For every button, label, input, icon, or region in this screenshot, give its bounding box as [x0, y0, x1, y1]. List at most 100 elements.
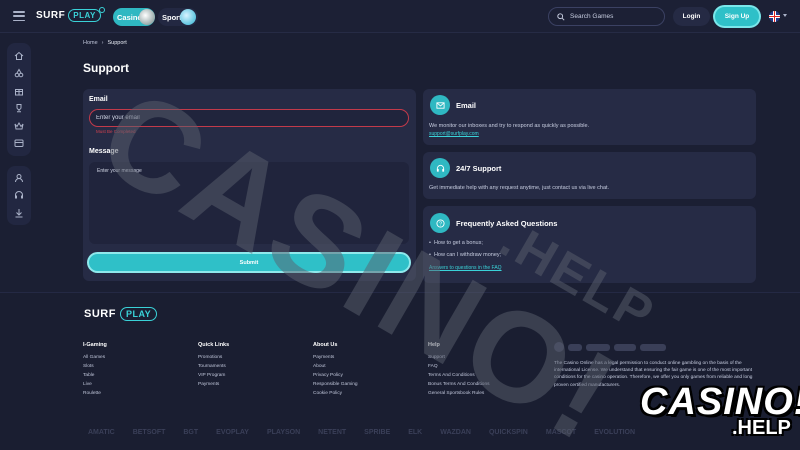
logo[interactable]: SURF PLAY: [36, 7, 105, 22]
faq-card-title: Frequently Asked Questions: [456, 219, 558, 228]
footer-link[interactable]: Roulette: [83, 391, 107, 396]
provider-logo: EVOLUTION: [594, 429, 636, 436]
provider-logo: NETENT: [318, 429, 347, 436]
footer-link[interactable]: Slots: [83, 364, 107, 369]
footer-link[interactable]: Support: [428, 355, 490, 360]
faq-item[interactable]: How to get a bonus;: [429, 240, 483, 246]
chevron-right-icon: ›: [101, 40, 104, 46]
footer-link[interactable]: Payments: [313, 355, 358, 360]
provider-logo: BGT: [183, 429, 199, 436]
dice-icon: [139, 9, 155, 25]
headset-icon: [430, 158, 450, 178]
question-icon: ?: [430, 213, 450, 233]
login-button[interactable]: Login: [673, 7, 710, 26]
logo-text: SURF: [36, 10, 66, 21]
slots-cherry-icon[interactable]: [14, 68, 24, 78]
email-card: Email We monitor our inboxes and try to …: [423, 89, 756, 145]
footer-col-quick-links: Quick Links Promotions Tournaments VIP P…: [198, 342, 229, 391]
profile-icon[interactable]: [14, 173, 24, 183]
license-badge: [640, 343, 666, 351]
faq-card: ? Frequently Asked Questions How to get …: [423, 206, 756, 283]
provider-logo: BETSOFT: [132, 429, 166, 436]
footer-link[interactable]: Terms And Conditions: [428, 373, 490, 378]
footer-link[interactable]: Cookie Policy: [313, 391, 358, 396]
trophy-icon[interactable]: [14, 103, 24, 113]
footer-link[interactable]: Responsible Gaming: [313, 382, 358, 387]
breadcrumb-home[interactable]: Home: [83, 40, 98, 46]
support-email-link[interactable]: support@surfplay.com: [429, 131, 479, 137]
breadcrumb-current: Support: [107, 40, 127, 46]
footer-link[interactable]: Tournaments: [198, 364, 229, 369]
faq-item[interactable]: How can I withdraw money;: [429, 252, 501, 258]
footer-link[interactable]: Bonus Terms And Conditions: [428, 382, 490, 387]
svg-text:?: ?: [439, 221, 442, 227]
provider-logo: MASCOT: [545, 429, 577, 436]
support-form: Email Must Be Completed Message Submit: [83, 89, 416, 281]
sidebar-secondary: [7, 166, 31, 225]
footer-logo[interactable]: SURF PLAY: [84, 307, 158, 321]
footer-logo-text: SURF: [84, 308, 116, 320]
legal-text: The Casino Online has a legal permission…: [554, 361, 753, 388]
wallet-icon[interactable]: [14, 138, 24, 148]
footer-col-title: I-Gaming: [83, 342, 107, 348]
provider-logo: PLAYSON: [266, 429, 301, 436]
email-card-text: We monitor our inboxes and try to respon…: [429, 123, 590, 129]
footer-link[interactable]: Promotions: [198, 355, 229, 360]
message-field[interactable]: [89, 162, 409, 244]
support-card-title: 24/7 Support: [456, 164, 502, 173]
gift-icon[interactable]: [14, 86, 24, 96]
footer-link[interactable]: Live: [83, 382, 107, 387]
footer-col-help: Help Support FAQ Terms And Conditions Bo…: [428, 342, 490, 400]
footer-col-title: Help: [428, 342, 440, 348]
license-badges: [554, 342, 666, 352]
footer-logo-play: PLAY: [119, 307, 158, 321]
license-badge: [614, 343, 636, 351]
ball-icon: [180, 9, 196, 25]
footer-link[interactable]: General Sportsbook Rules: [428, 391, 490, 396]
headset-icon[interactable]: [14, 190, 24, 200]
support-card: 24/7 Support Get immediate help with any…: [423, 152, 756, 199]
footer-col-igaming: I-Gaming All Games Slots Table Live Roul…: [83, 342, 107, 400]
search-box[interactable]: [548, 7, 665, 26]
tab-sports[interactable]: Sports: [158, 8, 198, 26]
top-bar: SURF PLAY Casino Sports Login Sign Up: [0, 0, 800, 33]
home-icon[interactable]: [14, 51, 24, 61]
provider-logo: QUICKSPIN: [488, 429, 528, 436]
crown-icon[interactable]: [14, 121, 24, 131]
provider-logo: EVOPLAY: [216, 429, 249, 436]
uk-flag-icon[interactable]: [769, 11, 780, 22]
footer-col-title: Quick Links: [198, 342, 230, 348]
search-input[interactable]: [570, 13, 660, 20]
footer-col-title: About Us: [313, 342, 338, 348]
footer-col-about: About Us Payments About Privacy Policy R…: [313, 342, 358, 400]
provider-strip: AMATIC BETSOFT BGT EVOPLAY PLAYSON NETEN…: [88, 429, 788, 436]
footer-link[interactable]: FAQ: [428, 364, 490, 369]
footer-link[interactable]: Privacy Policy: [313, 373, 358, 378]
license-badge: [586, 343, 610, 351]
support-card-text: Get immediate help with any request anyt…: [429, 185, 610, 191]
download-icon[interactable]: [14, 208, 24, 218]
menu-icon[interactable]: [13, 11, 25, 21]
page-title: Support: [83, 61, 129, 75]
provider-logo: ELK: [408, 429, 423, 436]
faq-answers-link[interactable]: Answers to questions in the FAQ: [429, 265, 502, 271]
footer-link[interactable]: About: [313, 364, 358, 369]
footer: SURF PLAY I-Gaming All Games Slots Table…: [0, 292, 800, 450]
signup-button[interactable]: Sign Up: [715, 7, 759, 26]
provider-logo: SPRIBE: [364, 429, 391, 436]
provider-logo: WAZDAN: [440, 429, 471, 436]
breadcrumb: Home › Support: [83, 40, 127, 46]
email-card-title: Email: [456, 101, 477, 110]
footer-link[interactable]: Payments: [198, 382, 229, 387]
tab-casino[interactable]: Casino: [113, 8, 155, 26]
submit-button[interactable]: Submit: [89, 254, 409, 271]
footer-link[interactable]: All Games: [83, 355, 107, 360]
footer-link[interactable]: Table: [83, 373, 107, 378]
license-badge: [568, 343, 582, 351]
footer-link[interactable]: VIP Program: [198, 373, 229, 378]
logo-play-badge: PLAY: [68, 7, 105, 22]
chevron-down-icon[interactable]: [783, 14, 787, 17]
email-label: Email: [89, 96, 108, 103]
email-error: Must Be Completed: [96, 129, 136, 134]
email-field[interactable]: [89, 109, 409, 127]
